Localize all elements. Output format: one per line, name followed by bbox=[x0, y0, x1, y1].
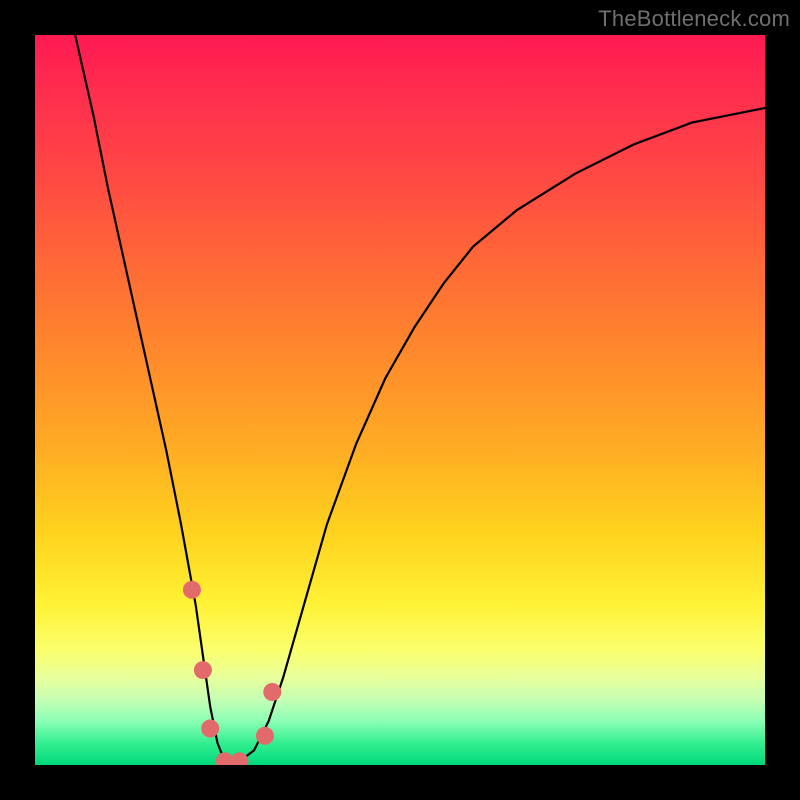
marker-group bbox=[183, 581, 281, 765]
marker-f bbox=[256, 727, 274, 745]
marker-b bbox=[194, 661, 212, 679]
chart-svg bbox=[35, 35, 765, 765]
marker-e bbox=[230, 752, 248, 765]
marker-a bbox=[183, 581, 201, 599]
chart-frame bbox=[35, 35, 765, 765]
watermark-text: TheBottleneck.com bbox=[598, 6, 790, 32]
marker-g bbox=[263, 683, 281, 701]
bottleneck-curve bbox=[75, 35, 765, 764]
marker-c bbox=[201, 720, 219, 738]
